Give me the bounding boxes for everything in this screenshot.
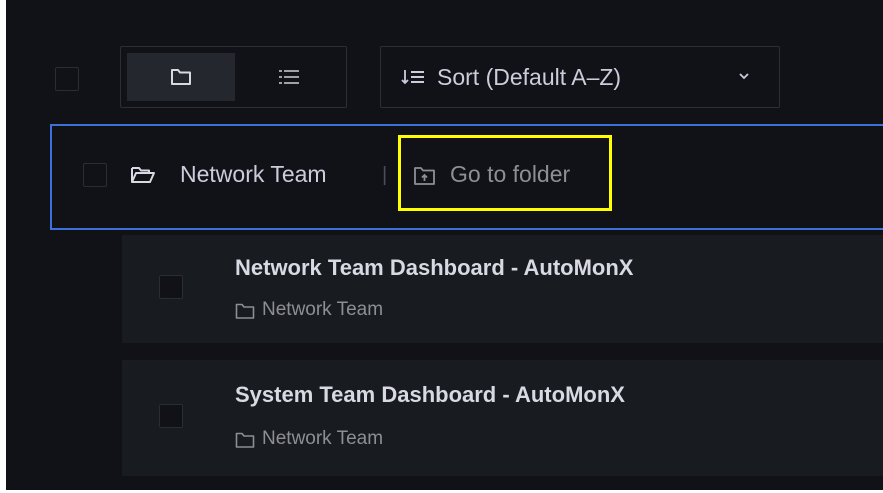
view-toggle (120, 46, 347, 108)
dashboard-card[interactable]: System Team Dashboard - AutoMonX Network… (122, 360, 883, 476)
sort-select[interactable]: Sort (Default A–Z) (380, 46, 780, 108)
folder-name[interactable]: Network Team (180, 161, 327, 188)
folder-checkbox[interactable] (83, 163, 107, 187)
folder-view-button[interactable] (127, 53, 235, 101)
folder-open-icon (131, 167, 155, 183)
folder-icon (235, 432, 255, 448)
list-view-button[interactable] (235, 53, 343, 101)
sort-icon (401, 70, 424, 85)
dashboard-card[interactable]: Network Team Dashboard - AutoMonX Networ… (122, 235, 883, 343)
dashboard-folder-label: Network Team (262, 428, 384, 449)
separator: | (382, 164, 388, 186)
dashboard-title[interactable]: Network Team Dashboard - AutoMonX (235, 255, 633, 281)
sort-label: Sort (Default A–Z) (437, 63, 622, 90)
chevron-down-icon (739, 73, 749, 80)
list-icon (279, 70, 299, 84)
folder-icon (235, 303, 255, 319)
go-to-folder-icon (414, 167, 435, 185)
dashboard-title[interactable]: System Team Dashboard - AutoMonX (235, 382, 625, 408)
go-to-folder-link[interactable]: Go to folder (450, 161, 570, 188)
select-all-checkbox[interactable] (55, 67, 79, 91)
dashboard-checkbox[interactable] (159, 275, 183, 299)
folder-icon (171, 69, 191, 85)
dashboard-folder-label: Network Team (262, 299, 384, 320)
dashboard-checkbox[interactable] (159, 404, 183, 428)
